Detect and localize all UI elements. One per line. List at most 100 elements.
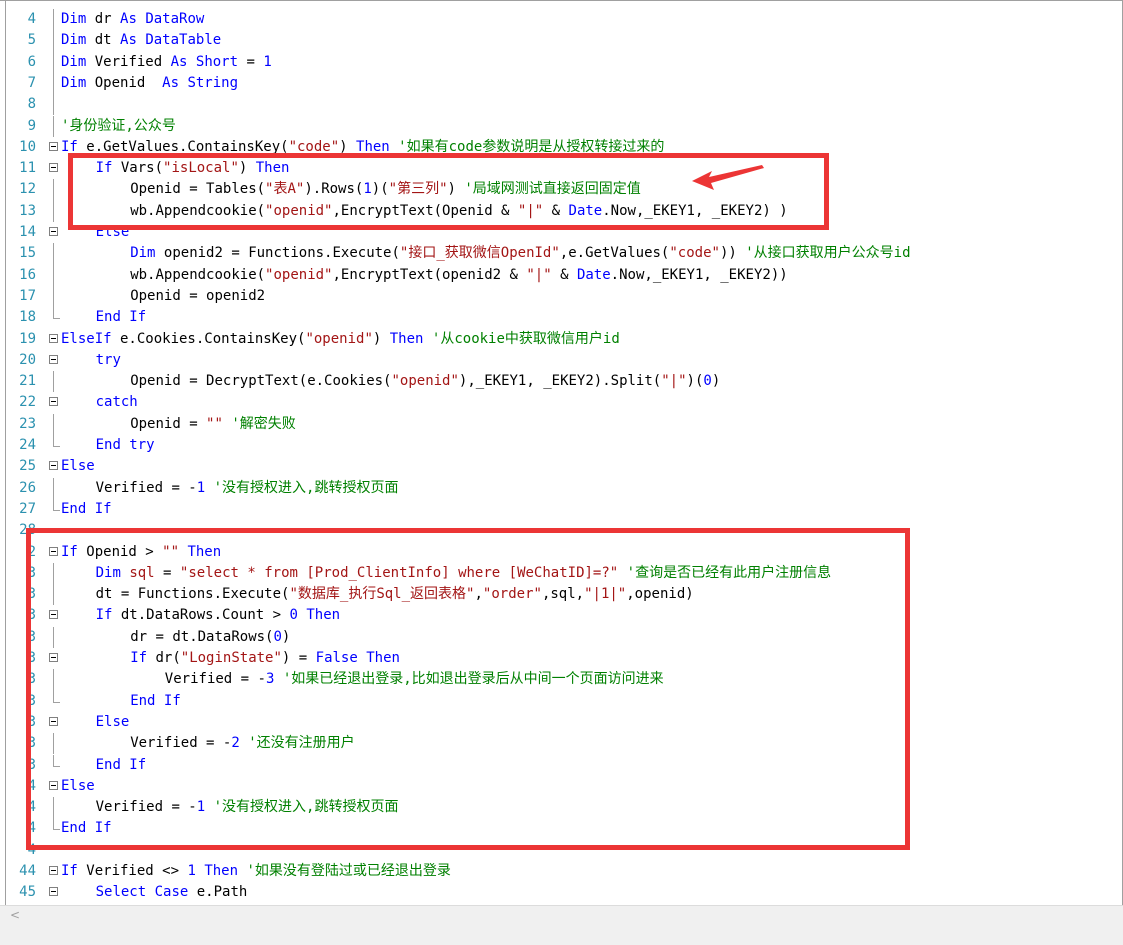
code-token: )( <box>686 373 704 390</box>
line-number: 23 <box>19 415 36 432</box>
line-number: 13 <box>19 202 36 219</box>
code-token: wb.Appendcookie( <box>130 266 266 283</box>
code-token: Openid = openid2 <box>130 287 266 304</box>
line-number: 12 <box>19 181 36 198</box>
fold-guide <box>47 115 61 137</box>
fold-toggle-icon[interactable] <box>47 392 61 413</box>
line-number: 11 <box>19 160 36 177</box>
fold-toggle-icon[interactable] <box>47 456 61 477</box>
code-token: .Now,_EKEY1, _EKEY2)) <box>610 266 788 283</box>
line-number: 20 <box>19 351 36 368</box>
fold-guide <box>47 200 61 222</box>
code-text: try <box>96 350 121 371</box>
code-line[interactable]: 9 '身份验证,公众号 <box>0 115 1122 137</box>
fold-end-marker <box>47 435 61 456</box>
status-bar <box>0 923 1123 945</box>
code-token: '从接口获取用户公众号id <box>745 245 911 262</box>
code-token: "openid" <box>305 330 373 347</box>
fold-toggle-icon[interactable] <box>47 861 61 882</box>
code-line[interactable]: 20 try <box>0 350 1122 371</box>
line-number: 44 <box>19 863 36 879</box>
code-token: As <box>120 32 137 49</box>
code-text: End If <box>61 499 112 520</box>
line-number: 24 <box>19 437 36 453</box>
code-line[interactable]: 19 ElseIf e.Cookies.ContainsKey("openid")… <box>0 329 1122 350</box>
fold-toggle-icon[interactable] <box>47 329 61 350</box>
scroll-left-icon[interactable]: < <box>10 908 20 922</box>
code-token: Short <box>195 53 239 70</box>
code-token: ElseIf <box>61 330 112 347</box>
code-text: Else <box>61 456 95 477</box>
line-number: 21 <box>19 373 36 390</box>
code-token: Then <box>389 330 424 347</box>
code-line[interactable]: 21 Openid = DecryptText(e.Cookies("openid… <box>0 371 1122 393</box>
line-number: 15 <box>19 245 36 262</box>
fold-toggle-icon[interactable] <box>47 137 61 158</box>
code-line[interactable]: 26 Verified = -1 '没有授权进入,跳转授权页面 <box>0 477 1122 499</box>
code-text: '身份验证,公众号 <box>61 116 176 137</box>
code-line[interactable]: 22 catch <box>0 392 1122 413</box>
highlight-box-verification-block <box>26 528 910 850</box>
code-token: "接口_获取微信OpenId" <box>399 245 560 262</box>
code-text: Verified = -1 '没有授权进入,跳转授权页面 <box>96 478 399 499</box>
line-number: 16 <box>19 266 36 283</box>
code-token: End If <box>95 309 147 326</box>
horizontal-scrollbar[interactable]: < <box>0 905 1123 924</box>
code-line[interactable]: 23 Openid = "" '解密失败 <box>0 413 1122 435</box>
code-token: "openid" <box>265 266 333 283</box>
line-number: 6 <box>27 53 36 70</box>
code-token: 1 <box>196 479 206 496</box>
line-number: 5 <box>27 32 36 49</box>
code-token: dt <box>86 32 121 49</box>
code-line[interactable]: 25 Else <box>0 456 1122 477</box>
code-line[interactable]: 15 Dim openid2 = Functions.Execute("接口_获取… <box>0 243 1122 265</box>
code-token: catch <box>95 394 138 411</box>
code-line[interactable]: 44 If Verified <> 1 Then '如果没有登陆过或已经退出登录 <box>0 861 1122 882</box>
code-token: As <box>170 53 188 70</box>
code-text: Select Case e.Path <box>96 882 248 903</box>
code-token: End try <box>95 437 155 453</box>
code-token: Dim <box>61 32 87 49</box>
code-line[interactable]: 18 End If <box>0 307 1122 328</box>
code-line[interactable]: 7 Dim Openid As String <box>0 72 1122 95</box>
fold-guide <box>47 94 61 116</box>
fold-guide <box>47 371 61 393</box>
fold-toggle-icon[interactable] <box>47 158 61 179</box>
code-line[interactable]: 45 Select Case e.Path <box>0 882 1122 903</box>
fold-toggle-icon[interactable] <box>47 350 61 371</box>
code-line[interactable]: 8 <box>0 94 1122 116</box>
code-line[interactable]: 16 wb.Appendcookie("openid",EncryptText(o… <box>0 264 1122 286</box>
code-line[interactable]: 4 Dim dr As DataRow <box>0 9 1122 31</box>
code-token: e.Path <box>188 884 248 901</box>
code-token: As <box>162 74 180 91</box>
code-token: '从cookie中获取微信用户id <box>431 330 620 347</box>
code-text: Openid = DecryptText(e.Cookies("openid")… <box>130 371 720 392</box>
code-token: ),_EKEY1, _EKEY2).Split( <box>458 373 662 390</box>
line-number: 19 <box>19 330 36 347</box>
code-token: "|" <box>661 373 687 390</box>
code-token: "" <box>206 415 223 432</box>
line-number: 45 <box>19 884 36 901</box>
code-token: Openid = DecryptText(e.Cookies( <box>130 373 392 390</box>
code-token: = <box>238 53 264 70</box>
line-number: 25 <box>19 458 36 475</box>
line-number: 14 <box>19 224 36 240</box>
code-line[interactable]: 24 End try <box>0 435 1122 456</box>
code-line[interactable]: 27 End If <box>0 498 1122 520</box>
code-token: Dim <box>130 245 156 262</box>
code-line[interactable]: 17 Openid = openid2 <box>0 285 1122 308</box>
code-line[interactable]: 6 Dim Verified As Short = 1 <box>0 51 1122 73</box>
line-number: 4 <box>27 11 36 27</box>
fold-toggle-icon[interactable] <box>47 222 61 243</box>
fold-toggle-icon[interactable] <box>47 882 61 903</box>
line-number: 7 <box>27 74 36 91</box>
code-line[interactable]: 5 Dim dt As DataTable <box>0 30 1122 52</box>
code-token: Dim <box>61 11 87 27</box>
fold-guide <box>47 51 61 73</box>
code-token: '如果没有登陆过或已经退出登录 <box>246 863 451 879</box>
code-text: If Verified <> 1 Then '如果没有登陆过或已经退出登录 <box>61 861 451 882</box>
code-token: 1 <box>187 863 196 879</box>
